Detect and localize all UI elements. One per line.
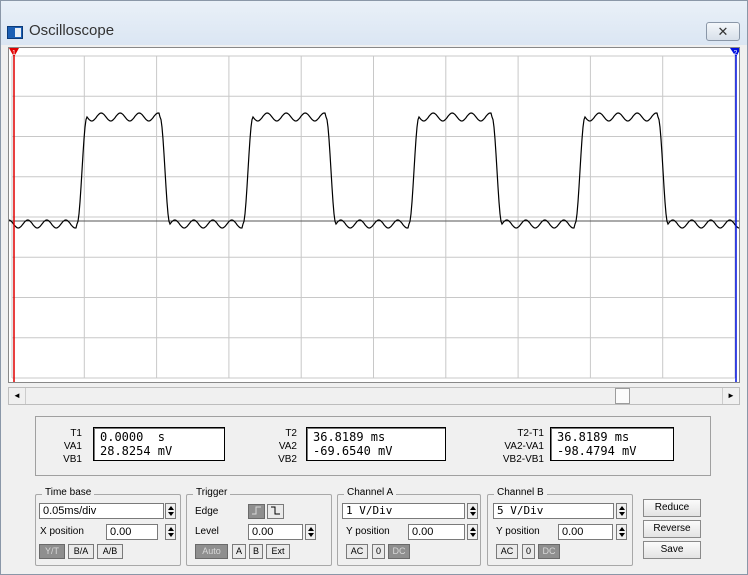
xpos-label: X position [40,526,84,537]
channel-b-scale-field[interactable]: 5 V/Div [493,503,614,519]
oscilloscope-app-icon [7,26,23,39]
channel-b-ypos-spinner[interactable] [616,524,627,540]
timebase-title: Time base [42,487,95,498]
xpos-spinner[interactable] [165,524,176,540]
cursor-1-label: 1 [12,50,16,57]
save-button[interactable]: Save [643,541,701,559]
scroll-thumb[interactable] [615,388,630,404]
t2-time: 36.8189 ms [313,430,386,444]
channel-a-ypos-spinner[interactable] [467,524,478,540]
timebase-scale-field[interactable]: 0.05ms/div [39,503,164,519]
va2-label: VA2 [278,441,297,452]
scope-display[interactable]: 12 [8,47,740,383]
channel-a-dc-button[interactable]: DC [388,544,410,559]
rising-edge-icon [252,506,261,515]
t1-time: 0.0000 s [100,430,166,444]
channel-b-dc-button[interactable]: DC [538,544,560,559]
t2-label: T2 [285,428,297,439]
t1-va: 28.8254 mV [100,444,173,458]
trigger-auto-button[interactable]: Auto [195,544,228,559]
close-button[interactable]: ✕ [706,22,740,41]
diff-va: -98.4794 mV [557,444,637,458]
channel-a-group: Channel A 1 V/Div Y position 0.00 AC 0 D… [337,487,481,566]
channel-b-title: Channel B [494,487,547,498]
cursor-2-label: 2 [734,50,738,57]
scroll-right-button[interactable]: ► [722,388,739,404]
trigger-title: Trigger [193,487,231,498]
level-label: Level [195,526,219,537]
channel-a-zero-button[interactable]: 0 [372,544,385,559]
va1-label: VA1 [63,441,82,452]
rising-edge-button[interactable] [248,504,265,519]
channel-a-title: Channel A [344,487,397,498]
channel-b-ypos-field[interactable]: 0.00 [558,524,613,540]
diff-va-label: VA2-VA1 [504,441,544,452]
window-title: Oscilloscope [29,22,115,39]
falling-edge-button[interactable] [267,504,284,519]
diff-time: 36.8189 ms [557,430,630,444]
diff-display: 36.8189 ms -98.4794 mV [550,427,674,461]
channel-a-ypos-label: Y position [346,526,390,537]
reverse-button[interactable]: Reverse [643,520,701,538]
channel-b-scale-spinner[interactable] [616,503,627,519]
reduce-button[interactable]: Reduce [643,499,701,517]
channel-b-group: Channel B 5 V/Div Y position 0.00 AC 0 D… [487,487,633,566]
vb1-label: VB1 [63,454,82,465]
oscilloscope-window: Oscilloscope ✕ 12 ◄ ► T1 VA1 VB1 0.0000 … [0,0,748,575]
horizontal-scrollbar[interactable]: ◄ ► [8,387,740,405]
diff-vb-label: VB2-VB1 [502,454,544,465]
edge-label: Edge [195,506,219,517]
t2-va: -69.6540 mV [313,444,393,458]
mode-ba-button[interactable]: B/A [68,544,94,559]
xpos-field[interactable]: 0.00 [106,524,158,540]
mode-yt-button[interactable]: Y/T [39,544,65,559]
t2-display: 36.8189 ms -69.6540 mV [306,427,446,461]
channel-a-scale-spinner[interactable] [467,503,478,519]
mode-ab-button[interactable]: A/B [97,544,123,559]
channel-a-scale-field[interactable]: 1 V/Div [342,503,465,519]
timebase-group: Time base 0.05ms/div X position 0.00 Y/T… [35,487,181,566]
level-field[interactable]: 0.00 [248,524,303,540]
level-spinner[interactable] [305,524,316,540]
diff-label: T2-T1 [517,428,544,439]
channel-b-zero-button[interactable]: 0 [522,544,535,559]
channel-b-ypos-label: Y position [496,526,540,537]
trigger-a-button[interactable]: A [232,544,246,559]
falling-edge-icon [271,506,280,515]
channel-a-trace [9,112,739,229]
t1-label: T1 [70,428,82,439]
timebase-scale-spinner[interactable] [165,503,176,519]
scope-grid-and-trace: 12 [9,48,739,382]
vb2-label: VB2 [278,454,297,465]
title-bar[interactable]: Oscilloscope ✕ [1,1,747,45]
t1-display: 0.0000 s 28.8254 mV [93,427,225,461]
measurement-readout: T1 VA1 VB1 0.0000 s 28.8254 mV T2 VA2 VB2… [35,416,711,476]
trigger-group: Trigger Edge Level 0.00 Auto A B Ext [186,487,332,566]
scroll-left-button[interactable]: ◄ [9,388,26,404]
channel-a-ac-button[interactable]: AC [346,544,368,559]
trigger-ext-button[interactable]: Ext [266,544,290,559]
trigger-b-button[interactable]: B [249,544,263,559]
channel-b-ac-button[interactable]: AC [496,544,518,559]
channel-a-ypos-field[interactable]: 0.00 [408,524,465,540]
